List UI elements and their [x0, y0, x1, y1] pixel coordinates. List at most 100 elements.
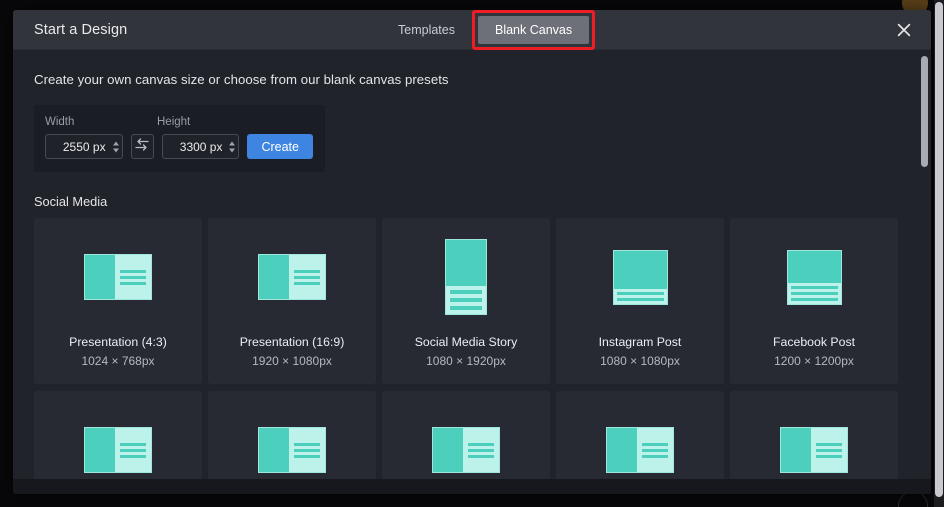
preset-icon-line — [450, 306, 482, 310]
preset-thumbnail-icon — [258, 254, 326, 300]
preset-card[interactable]: Social Media Story 1080 × 1920px — [382, 218, 550, 384]
section-title-social-media: Social Media — [34, 194, 911, 209]
preset-card-thumbnail — [382, 218, 550, 336]
preset-icon-line — [450, 290, 482, 294]
preset-card-thumbnail — [208, 218, 376, 336]
preset-card[interactable]: Instagram Post 1080 × 1080px — [556, 218, 724, 384]
preset-icon-lines — [463, 428, 499, 472]
preset-card[interactable]: Presentation (16:9) 1920 × 1080px — [208, 218, 376, 384]
preset-icon-line — [642, 443, 668, 446]
preset-icon-lines — [637, 428, 673, 472]
preset-card[interactable]: Presentation (4:3)1024 × 768px — [34, 218, 202, 384]
width-label: Width — [45, 116, 157, 128]
preset-card-name: Presentation (4:3) — [69, 336, 167, 348]
stepper-up-icon[interactable] — [229, 141, 235, 145]
preset-card-dimensions: 1200 × 1200px — [774, 355, 854, 367]
create-button[interactable]: Create — [247, 134, 313, 159]
preset-thumbnail-icon — [445, 239, 487, 315]
preset-icon-line — [617, 292, 664, 295]
width-field[interactable] — [45, 134, 123, 159]
screen: Start a Design Templates Blank Canvas Cr… — [0, 0, 944, 507]
preset-icon-block — [788, 251, 841, 283]
preset-icon-line — [468, 443, 494, 446]
width-stepper[interactable] — [113, 141, 119, 152]
preset-card-dimensions: 1080 × 1920px — [426, 355, 506, 367]
preset-icon-line — [120, 270, 146, 273]
modal-scrollbar-thumb[interactable] — [921, 56, 928, 167]
window-scrollbar[interactable] — [934, 0, 944, 507]
close-icon[interactable] — [891, 17, 917, 43]
blank-canvas-highlight-box: Blank Canvas — [472, 10, 595, 50]
preset-card-thumbnail — [556, 218, 724, 336]
preset-thumbnail-icon — [613, 250, 668, 305]
preset-icon-line — [120, 449, 146, 452]
height-input[interactable] — [163, 135, 239, 158]
preset-thumbnail-icon — [780, 427, 848, 473]
preset-icon-lines — [115, 255, 151, 299]
height-field[interactable] — [162, 134, 240, 159]
preset-icon-line — [120, 455, 146, 458]
preset-icon-line — [816, 449, 842, 452]
window-scrollbar-thumb[interactable] — [935, 2, 943, 497]
modal-scrollbar[interactable] — [920, 50, 929, 494]
preset-card-dimensions: 1080 × 1080px — [600, 355, 680, 367]
preset-card[interactable]: Facebook Post1200 × 1200px — [730, 218, 898, 384]
preset-icon-line — [294, 270, 320, 273]
preset-icon-block — [85, 428, 115, 472]
swap-arrows-icon — [135, 138, 149, 156]
preset-thumbnail-icon — [258, 427, 326, 473]
tab-templates[interactable]: Templates — [381, 16, 472, 44]
stepper-up-icon[interactable] — [113, 141, 119, 145]
width-input[interactable] — [46, 135, 122, 158]
preset-icon-line — [791, 298, 838, 301]
preset-icon-block — [85, 255, 115, 299]
stepper-down-icon[interactable] — [113, 148, 119, 152]
preset-icon-lines — [788, 283, 841, 304]
preset-grid: Presentation (4:3)1024 × 768pxPresentati… — [34, 218, 911, 494]
preset-card-name: Presentation (16:9) — [240, 336, 345, 348]
preset-icon-line — [642, 455, 668, 458]
preset-icon-line — [791, 292, 838, 295]
preset-icon-lines — [115, 428, 151, 472]
modal-body-content: Create your own canvas size or choose fr… — [13, 50, 931, 494]
preset-icon-line — [294, 455, 320, 458]
stepper-down-icon[interactable] — [229, 148, 235, 152]
preset-card-name: Social Media Story — [415, 336, 518, 348]
height-label: Height — [157, 116, 257, 128]
preset-icon-line — [294, 282, 320, 285]
preset-icon-line — [120, 276, 146, 279]
preset-card-thumbnail — [730, 218, 898, 336]
preset-thumbnail-icon — [787, 250, 842, 305]
modal-tabs: Templates Blank Canvas — [381, 16, 595, 44]
preset-icon-lines — [289, 428, 325, 472]
preset-icon-line — [294, 276, 320, 279]
preset-icon-block — [781, 428, 811, 472]
tab-blank-canvas[interactable]: Blank Canvas — [478, 16, 589, 44]
preset-icon-block — [259, 255, 289, 299]
swap-dimensions-button[interactable] — [131, 134, 154, 159]
preset-icon-line — [816, 455, 842, 458]
preset-icon-line — [294, 443, 320, 446]
modal-subtitle: Create your own canvas size or choose fr… — [34, 72, 911, 87]
content-cutoff-strip — [13, 479, 931, 494]
start-a-design-modal: Start a Design Templates Blank Canvas Cr… — [13, 10, 931, 494]
preset-icon-line — [120, 282, 146, 285]
preset-icon-line — [450, 298, 482, 302]
preset-card-name: Instagram Post — [599, 336, 682, 348]
custom-size-panel: Width Height — [34, 105, 325, 172]
modal-header: Start a Design Templates Blank Canvas — [13, 10, 931, 50]
preset-card-dimensions: 1920 × 1080px — [252, 355, 332, 367]
preset-thumbnail-icon — [84, 427, 152, 473]
preset-icon-line — [468, 449, 494, 452]
preset-icon-block — [433, 428, 463, 472]
preset-icon-line — [791, 286, 838, 289]
preset-icon-block — [259, 428, 289, 472]
preset-icon-block — [607, 428, 637, 472]
preset-thumbnail-icon — [432, 427, 500, 473]
preset-icon-line — [642, 449, 668, 452]
preset-icon-block — [614, 251, 667, 289]
preset-icon-lines — [289, 255, 325, 299]
size-inputs-row: Create — [45, 134, 313, 159]
height-stepper[interactable] — [229, 141, 235, 152]
page-title: Start a Design — [34, 22, 127, 38]
